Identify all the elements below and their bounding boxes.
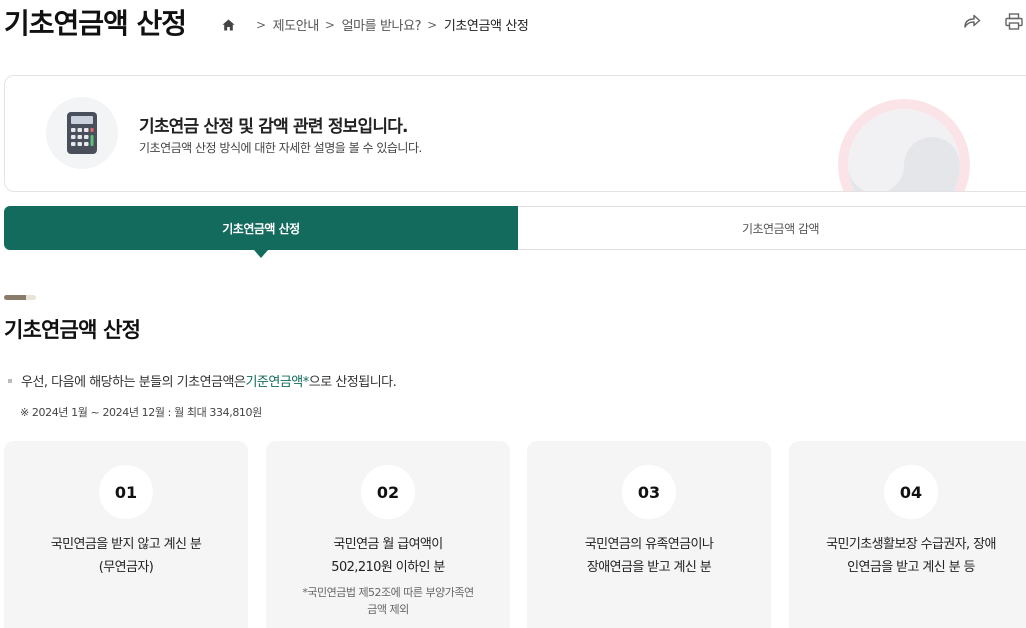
section-note: ※ 2024년 1월 ~ 2024년 12월 : 월 최대 334,810원 — [20, 406, 262, 419]
government-emblem-icon — [838, 99, 970, 191]
card-footnote: *국민연금법 제52조에 따른 부양가족연 금액 제외 — [280, 584, 496, 618]
intro-title: 기초연금 산정 및 감액 관련 정보입니다. — [139, 117, 409, 137]
card-footnote-line: 금액 제외 — [367, 603, 409, 616]
breadcrumb-item-current[interactable]: 기초연금액 산정 — [444, 15, 529, 34]
breadcrumb-item-guide[interactable]: 제도안내 — [273, 15, 320, 34]
card-text-line: 국민연금 월 급여액이 — [333, 537, 443, 552]
card-number: 03 — [622, 465, 676, 519]
section-desc-suffix: 으로 산정됩니다. — [308, 375, 397, 390]
card-text-line: 502,210원 이하인 분 — [331, 560, 445, 575]
section-title: 기초연금액 산정 — [4, 318, 141, 342]
card-text-line: 인연금을 받고 계신 분 등 — [847, 560, 975, 575]
chevron-right-icon: > — [324, 17, 335, 32]
intro-card: 기초연금 산정 및 감액 관련 정보입니다. 기초연금액 산정 방식에 대한 자… — [4, 75, 1026, 192]
share-icon[interactable] — [961, 10, 983, 32]
bullet-icon — [8, 378, 12, 383]
card-text: 국민연금의 유족연금이나 장애연금을 받고 계신 분 — [533, 533, 765, 579]
card-number: 02 — [361, 465, 415, 519]
card-text-line: (무연금자) — [98, 560, 154, 575]
section-title-bar — [4, 295, 36, 300]
breadcrumb-item-how-much[interactable]: 얼마를 받나요? — [342, 15, 422, 34]
criteria-card: 01 국민연금을 받지 않고 계신 분 (무연금자) — [4, 441, 248, 628]
print-icon[interactable] — [1003, 10, 1025, 32]
card-number: 04 — [884, 465, 938, 519]
card-text: 국민연금 월 급여액이 502,210원 이하인 분 — [272, 533, 504, 579]
calculator-icon — [46, 97, 118, 169]
intro-description: 기초연금액 산정 방식에 대한 자세한 설명을 볼 수 있습니다. — [139, 141, 422, 155]
chevron-right-icon: > — [256, 17, 266, 32]
card-text-line: 국민연금을 받지 않고 계신 분 — [50, 537, 202, 552]
card-number: 01 — [99, 465, 153, 519]
tab-reduction[interactable]: 기초연금액 감액 — [518, 206, 1026, 250]
home-icon[interactable] — [220, 17, 236, 33]
criteria-card: 02 국민연금 월 급여액이 502,210원 이하인 분 *국민연금법 제52… — [266, 441, 510, 628]
page-title: 기초연금액 산정 — [4, 7, 187, 40]
card-text: 국민기초생활보장 수급권자, 장애 인연금을 받고 계신 분 등 — [795, 533, 1026, 579]
section-description: 우선, 다음에 해당하는 분들의 기초연금액은 기준연금액* 으로 산정됩니다. — [8, 371, 397, 390]
tab-bar: 기초연금액 산정 기초연금액 감액 — [4, 206, 1026, 258]
tab-calculation[interactable]: 기초연금액 산정 — [4, 206, 518, 258]
card-footnote-line: *국민연금법 제52조에 따른 부양가족연 — [302, 586, 474, 599]
base-pension-highlight: 기준연금액* — [245, 375, 309, 390]
card-text-line: 국민기초생활보장 수급권자, 장애 — [826, 537, 996, 552]
card-text-line: 장애연금을 받고 계신 분 — [586, 560, 712, 575]
criteria-card: 04 국민기초생활보장 수급권자, 장애 인연금을 받고 계신 분 등 — [789, 441, 1026, 628]
card-text-line: 국민연금의 유족연금이나 — [584, 537, 714, 552]
breadcrumb: > 제도안내 > 얼마를 받나요? > 기초연금액 산정 — [220, 15, 529, 34]
card-text: 국민연금을 받지 않고 계신 분 (무연금자) — [10, 533, 242, 579]
criteria-card: 03 국민연금의 유족연금이나 장애연금을 받고 계신 분 — [527, 441, 771, 628]
chevron-right-icon: > — [427, 17, 437, 32]
section-desc-prefix: 우선, 다음에 해당하는 분들의 기초연금액은 — [21, 375, 246, 390]
